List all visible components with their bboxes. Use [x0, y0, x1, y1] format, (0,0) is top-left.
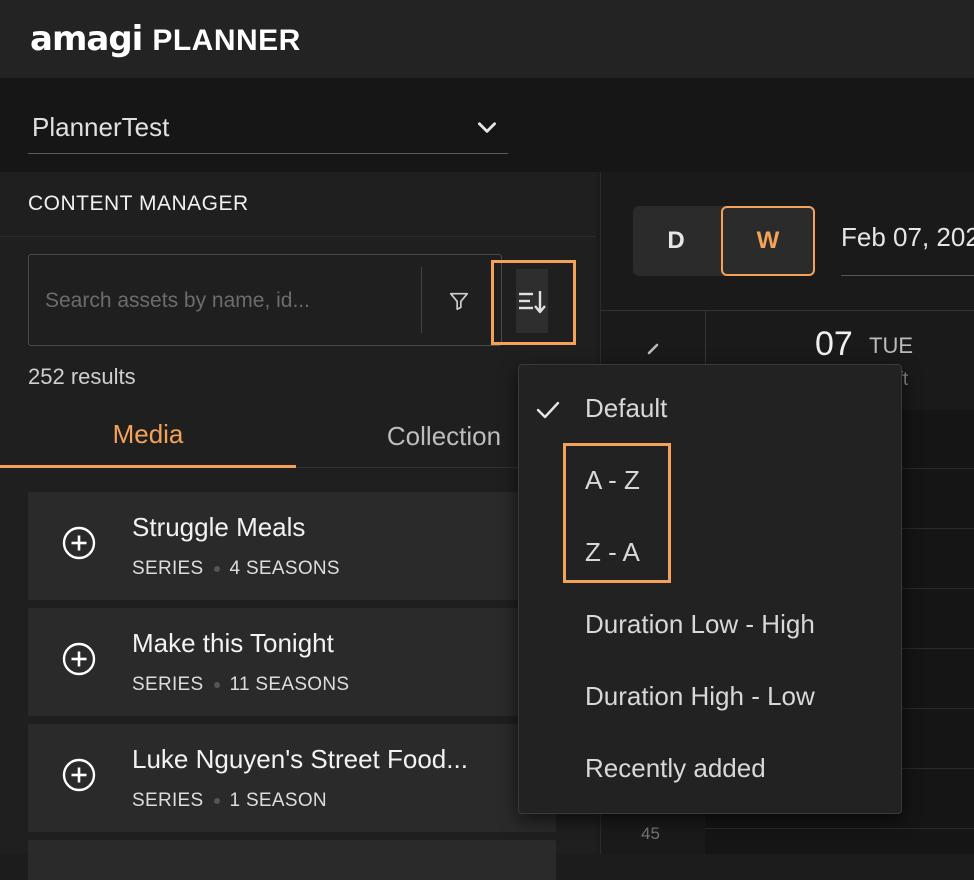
tab-media[interactable]: Media — [0, 404, 296, 468]
asset-list-item[interactable]: Make this Tonight SERIES 11 SEASONS — [28, 608, 556, 716]
sort-option-duration-high-low[interactable]: Duration High - Low — [585, 681, 815, 712]
project-bar: PlannerTest — [0, 78, 974, 172]
chevron-left-icon[interactable] — [641, 341, 665, 365]
filter-icon — [449, 292, 469, 311]
app-brand: amagi PLANNER — [30, 19, 301, 59]
asset-list-item[interactable]: Struggle Meals SERIES 4 SEASONS — [28, 492, 556, 600]
asset-title: Struggle Meals — [132, 512, 306, 542]
asset-seasons: 1 SEASON — [229, 790, 327, 811]
results-count: 252 results — [28, 364, 136, 389]
asset-list-item[interactable]: Luke Nguyen's Street Food... SERIES 1 SE… — [28, 724, 556, 832]
amagi-logo: amagi — [30, 19, 143, 59]
separator-dot — [213, 798, 220, 804]
top-bar: amagi PLANNER — [0, 0, 974, 78]
asset-meta: SERIES 1 SEASON — [132, 790, 327, 812]
sort-button[interactable] — [516, 269, 548, 333]
divider — [421, 267, 422, 333]
asset-title: Luke Nguyen's Street Food... — [132, 744, 468, 774]
day-view-button[interactable]: D — [633, 206, 719, 276]
asset-title: Make this Tonight — [132, 628, 334, 658]
separator-dot — [213, 682, 220, 688]
search-input[interactable] — [45, 283, 415, 319]
check-icon — [536, 401, 560, 419]
content-manager-panel: CONTENT MANAGER 252 results Media Collec… — [0, 172, 596, 880]
asset-list-item[interactable] — [28, 840, 556, 880]
project-select[interactable]: PlannerTest — [28, 102, 508, 154]
sort-option-a-z[interactable]: A - Z — [585, 465, 640, 496]
date-picker-field[interactable]: Feb 07, 202 — [841, 222, 974, 276]
sort-option-default[interactable]: Default — [585, 393, 667, 424]
asset-type: SERIES — [132, 790, 204, 811]
sort-option-recently-added[interactable]: Recently added — [585, 753, 766, 784]
content-tabs: Media Collection — [0, 404, 596, 468]
asset-seasons: 4 SEASONS — [229, 558, 340, 579]
week-view-button[interactable]: W — [721, 206, 815, 276]
grid-line — [705, 828, 974, 829]
content-manager-title: CONTENT MANAGER — [28, 192, 249, 215]
search-box — [28, 254, 502, 346]
add-circle-icon[interactable] — [62, 526, 96, 560]
day-number: 07 — [815, 325, 853, 363]
sort-menu: Default A - Z Z - A Duration Low - High … — [518, 364, 902, 814]
sort-option-duration-low-high[interactable]: Duration Low - High — [585, 609, 815, 640]
add-circle-icon[interactable] — [62, 758, 96, 792]
day-name: TUE — [869, 333, 913, 358]
project-name: PlannerTest — [32, 112, 170, 142]
time-label: 45 — [641, 824, 660, 843]
asset-seasons: 11 SEASONS — [229, 674, 350, 695]
separator-dot — [213, 566, 220, 572]
asset-type: SERIES — [132, 558, 204, 579]
sort-option-z-a[interactable]: Z - A — [585, 537, 640, 568]
chevron-down-icon[interactable] — [474, 114, 500, 140]
divider — [0, 236, 596, 237]
add-circle-icon[interactable] — [62, 642, 96, 676]
asset-meta: SERIES 11 SEASONS — [132, 674, 349, 696]
sort-icon — [519, 291, 546, 314]
filter-button[interactable] — [441, 283, 477, 319]
asset-meta: SERIES 4 SEASONS — [132, 558, 340, 580]
product-name: PLANNER — [152, 24, 301, 57]
asset-type: SERIES — [132, 674, 204, 695]
view-toggle: D W — [633, 206, 815, 276]
sort-button-highlight — [491, 260, 576, 345]
